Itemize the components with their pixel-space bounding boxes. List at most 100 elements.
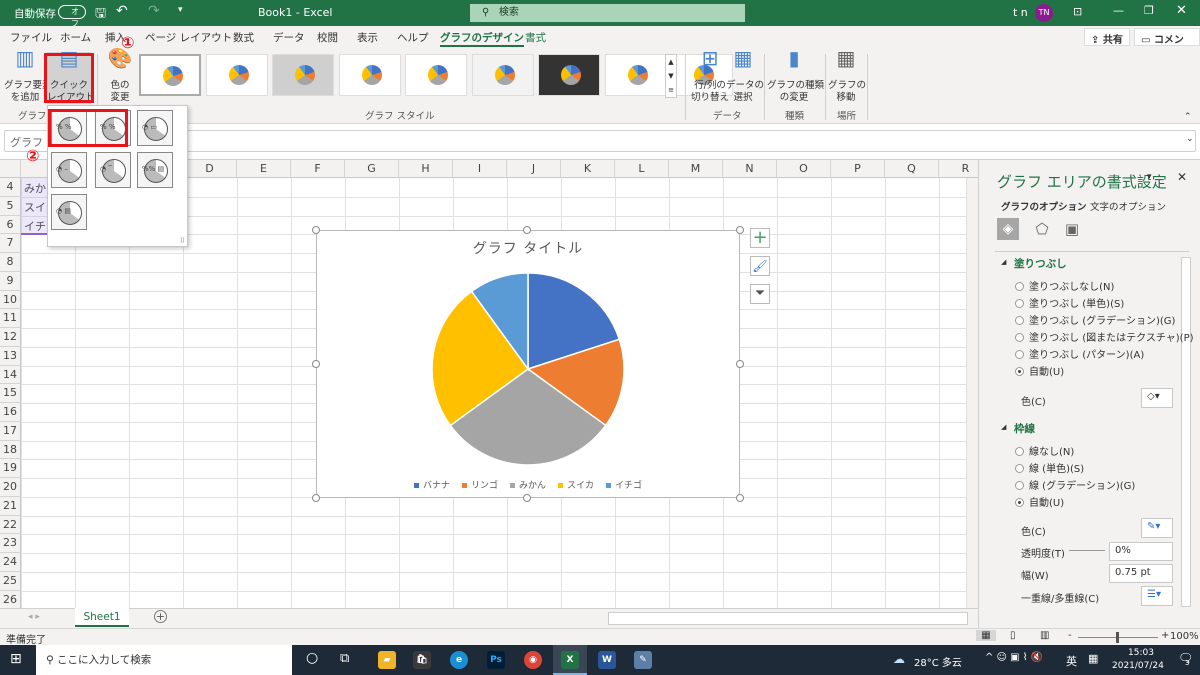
tab-help[interactable]: ヘルプ: [397, 30, 429, 45]
resize-handle[interactable]: [736, 226, 744, 234]
taskbar-search[interactable]: ⚲ ここに入力して検索: [36, 645, 292, 675]
zoom-in-icon[interactable]: +: [1161, 630, 1169, 641]
tab-view[interactable]: 表示: [357, 30, 378, 45]
tray-icons[interactable]: ^ ☺ ▣ ⌇ 🔇: [985, 652, 1043, 663]
fill-section-header[interactable]: 塗りつぶし: [1014, 256, 1067, 271]
legend-item[interactable]: イチゴ: [606, 481, 642, 491]
collapse-ribbon-icon[interactable]: ⌃: [1184, 112, 1192, 122]
customize-qat-icon[interactable]: ▾: [178, 5, 183, 15]
row-header-20[interactable]: 20: [0, 478, 21, 497]
row-header-11[interactable]: 11: [0, 309, 21, 328]
chart-style-2[interactable]: [205, 54, 268, 96]
clock-date[interactable]: 2021/07/24: [1112, 661, 1164, 671]
vertical-scrollbar[interactable]: [966, 178, 978, 608]
legend-item[interactable]: バナナ: [413, 481, 450, 491]
resize-grip-icon[interactable]: ⠿: [180, 237, 185, 245]
column-header-N[interactable]: N: [723, 160, 777, 178]
row-header-15[interactable]: 15: [0, 384, 21, 403]
autosave-toggle[interactable]: オフ: [58, 5, 86, 28]
column-header-Q[interactable]: Q: [885, 160, 939, 178]
pane-close-icon[interactable]: ✕: [1177, 170, 1187, 184]
column-header-P[interactable]: P: [831, 160, 885, 178]
column-header-R[interactable]: R: [939, 160, 978, 178]
chart-style-3[interactable]: [272, 54, 334, 96]
resize-handle[interactable]: [523, 494, 531, 502]
border-section-header[interactable]: 枠線: [1014, 421, 1035, 436]
resize-handle[interactable]: [312, 494, 320, 502]
row-header-5[interactable]: 5: [0, 196, 21, 216]
normal-view-icon[interactable]: ▦: [976, 630, 996, 641]
resize-handle[interactable]: [312, 360, 320, 368]
width-input[interactable]: 0.75 pt: [1109, 564, 1173, 583]
chevron-down-icon[interactable]: ⌄: [1071, 199, 1079, 209]
pane-scrollbar[interactable]: [1181, 257, 1191, 607]
switch-row-column-button[interactable]: ⊞ 行/列の 切り替え: [690, 48, 730, 104]
column-header-D[interactable]: D: [183, 160, 237, 178]
edge-icon[interactable]: e: [450, 651, 468, 669]
move-chart-button[interactable]: ▦ グラフの 移動: [828, 48, 866, 104]
quick-layout-4[interactable]: ◔ –: [51, 152, 87, 188]
row-header-17[interactable]: 17: [0, 421, 21, 441]
restore-icon[interactable]: ❐: [1144, 4, 1154, 17]
ime-mode-icon[interactable]: ▦: [1088, 652, 1098, 665]
row-header-4[interactable]: 4: [0, 178, 21, 197]
tab-file[interactable]: ファイル: [10, 30, 52, 45]
store-icon[interactable]: 🛍: [413, 651, 431, 669]
tab-text-options[interactable]: 文字のオプション: [1090, 199, 1166, 213]
row-header-6[interactable]: 6: [0, 215, 21, 235]
chart-style-7[interactable]: [538, 54, 600, 96]
zoom-level[interactable]: 100%: [1170, 631, 1199, 642]
fill-option-3[interactable]: 塗りつぶし (グラデーション)(G): [1015, 312, 1175, 327]
chart-styles-button[interactable]: 🖌: [750, 256, 770, 276]
column-header-J[interactable]: J: [507, 160, 561, 178]
page-break-view-icon[interactable]: ▥: [1040, 630, 1049, 641]
column-header-L[interactable]: L: [615, 160, 669, 178]
tab-formulas[interactable]: 数式: [233, 30, 254, 45]
weather-text[interactable]: 28°C 多云: [914, 654, 962, 669]
transparency-slider[interactable]: [1069, 550, 1105, 551]
row-header-10[interactable]: 10: [0, 290, 21, 310]
tab-chart-design[interactable]: グラフのデザイン: [440, 30, 524, 47]
size-properties-icon[interactable]: ▣: [1061, 218, 1083, 240]
expand-formula-icon[interactable]: ⌄: [1186, 134, 1194, 144]
fill-color-picker[interactable]: ◇▾: [1141, 388, 1173, 408]
excel-icon[interactable]: X: [561, 651, 579, 669]
tab-data[interactable]: データ: [273, 30, 305, 45]
border-option-2[interactable]: 線 (単色)(S): [1015, 460, 1084, 475]
row-header-12[interactable]: 12: [0, 328, 21, 347]
chrome-icon[interactable]: ◉: [524, 651, 542, 669]
column-header-K[interactable]: K: [561, 160, 615, 178]
chart-filters-button[interactable]: ⏷: [750, 284, 770, 304]
redo-icon[interactable]: ↷: [148, 3, 160, 19]
zoom-slider-thumb[interactable]: [1116, 632, 1119, 643]
legend-item[interactable]: みかん: [509, 481, 546, 491]
change-colors-button[interactable]: 🎨 色の 変更: [102, 48, 138, 104]
avatar[interactable]: TN: [1035, 4, 1053, 22]
resize-handle[interactable]: [523, 226, 531, 234]
chart-elements-button[interactable]: +: [750, 228, 770, 248]
page-layout-view-icon[interactable]: ▯: [1010, 630, 1016, 641]
prev-sheet-icon[interactable]: ◂ ▸: [28, 612, 40, 622]
row-header-22[interactable]: 22: [0, 515, 21, 535]
fill-option-2[interactable]: 塗りつぶし (単色)(S): [1015, 295, 1124, 310]
row-header-13[interactable]: 13: [0, 346, 21, 366]
tab-review[interactable]: 校閲: [317, 30, 338, 45]
row-header-14[interactable]: 14: [0, 365, 21, 385]
resize-handle[interactable]: [312, 226, 320, 234]
ime-indicator[interactable]: 英: [1066, 653, 1077, 669]
add-sheet-icon[interactable]: +: [154, 610, 167, 623]
border-color-picker[interactable]: ✎▾: [1141, 518, 1173, 538]
compound-type-picker[interactable]: ☰▾: [1141, 586, 1173, 606]
add-chart-element-button[interactable]: ▥ グラフ要素 を追加: [4, 48, 52, 104]
row-header-19[interactable]: 19: [0, 459, 21, 478]
photoshop-icon[interactable]: Ps: [487, 651, 505, 669]
column-header-F[interactable]: F: [291, 160, 345, 178]
column-header-E[interactable]: E: [237, 160, 291, 178]
chart-area[interactable]: グラフ タイトル バナナ リンゴ みかん スイカ イチゴ: [316, 230, 740, 498]
resize-handle[interactable]: [736, 494, 744, 502]
chart-legend[interactable]: バナナ リンゴ みかん スイカ イチゴ: [317, 478, 739, 491]
legend-item[interactable]: リンゴ: [461, 481, 498, 491]
fill-option-5[interactable]: 塗りつぶし (パターン)(A): [1015, 346, 1144, 361]
effects-icon[interactable]: ⬠: [1031, 218, 1053, 240]
legend-item[interactable]: スイカ: [558, 481, 594, 491]
